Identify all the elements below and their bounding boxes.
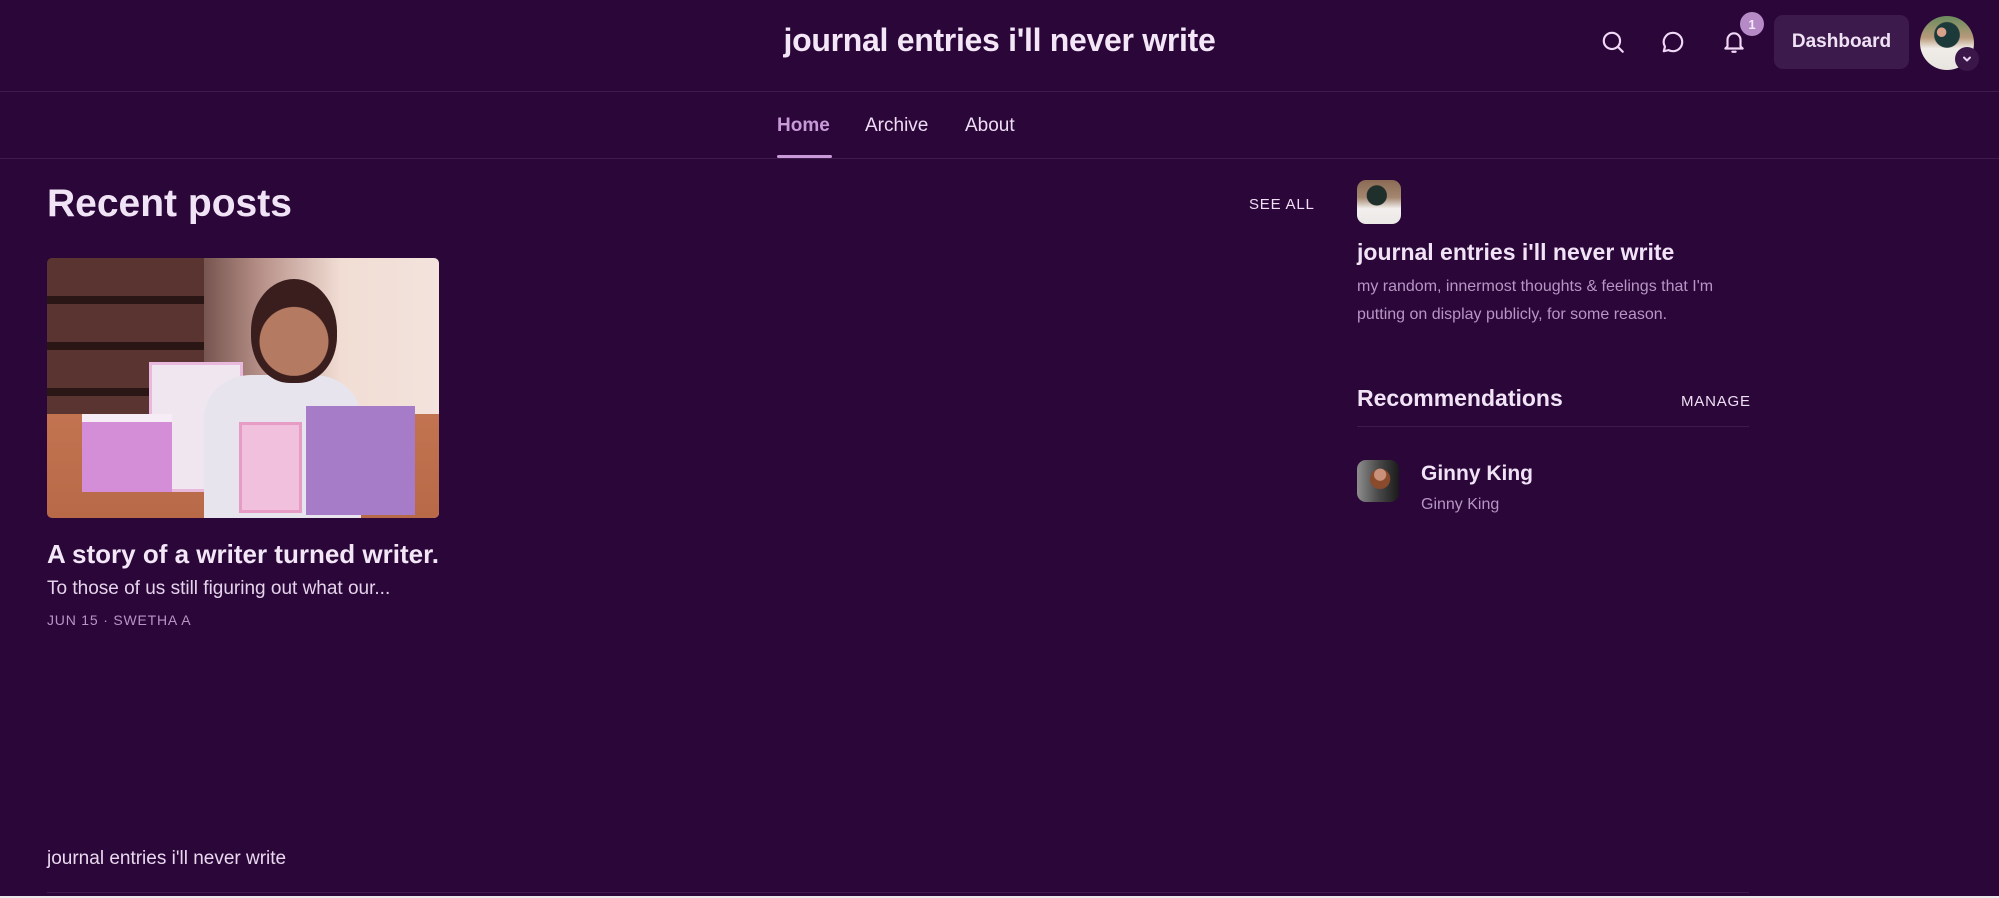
post-title[interactable]: A story of a writer turned writer. <box>47 536 439 572</box>
dashboard-button[interactable]: Dashboard <box>1774 15 1909 69</box>
recommendations-heading: Recommendations <box>1357 385 1563 411</box>
post-excerpt: To those of us still figuring out what o… <box>47 578 391 599</box>
meta-separator: · <box>103 612 109 628</box>
post-card[interactable]: A story of a writer turned writer. To th… <box>47 258 439 628</box>
recommendation-name[interactable]: Ginny King <box>1421 462 1533 486</box>
post-thumbnail[interactable] <box>47 258 439 518</box>
site-title[interactable]: journal entries i'll never write <box>0 22 1999 59</box>
top-bar: journal entries i'll never write 1 Dashb… <box>0 0 1999 92</box>
recommendation-avatar <box>1357 460 1399 502</box>
publication-title[interactable]: journal entries i'll never write <box>1357 239 1674 266</box>
publication-logo[interactable] <box>1357 180 1401 224</box>
profile-menu-toggle[interactable] <box>1955 47 1979 71</box>
nav-about[interactable]: About <box>965 115 1015 137</box>
active-tab-indicator <box>777 155 832 158</box>
recent-posts-heading: Recent posts <box>47 182 292 225</box>
post-meta: JUN 15 · SWETHA A <box>47 612 439 628</box>
notification-badge: 1 <box>1740 12 1764 36</box>
see-all-link[interactable]: SEE ALL <box>1249 196 1315 213</box>
search-button[interactable] <box>1595 24 1631 60</box>
search-icon <box>1602 31 1624 53</box>
chevron-down-icon <box>1963 56 1971 62</box>
recommendation-author: Ginny King <box>1421 496 1500 513</box>
chat-button[interactable] <box>1655 24 1691 60</box>
chat-bubble-icon <box>1662 31 1684 53</box>
manage-recommendations-link[interactable]: MANAGE <box>1681 393 1751 410</box>
recommendation-item[interactable]: Ginny King Ginny King <box>1357 460 1749 520</box>
nav-archive[interactable]: Archive <box>865 115 928 137</box>
post-date: JUN 15 <box>47 612 99 628</box>
footer-divider <box>47 892 1749 893</box>
post-author[interactable]: SWETHA A <box>113 612 191 628</box>
divider <box>1357 426 1749 427</box>
main-nav: Home Archive About <box>0 93 1999 159</box>
nav-home[interactable]: Home <box>777 115 830 137</box>
footer-site-title[interactable]: journal entries i'll never write <box>47 848 286 870</box>
publication-description: my random, innermost thoughts & feelings… <box>1357 278 1714 323</box>
